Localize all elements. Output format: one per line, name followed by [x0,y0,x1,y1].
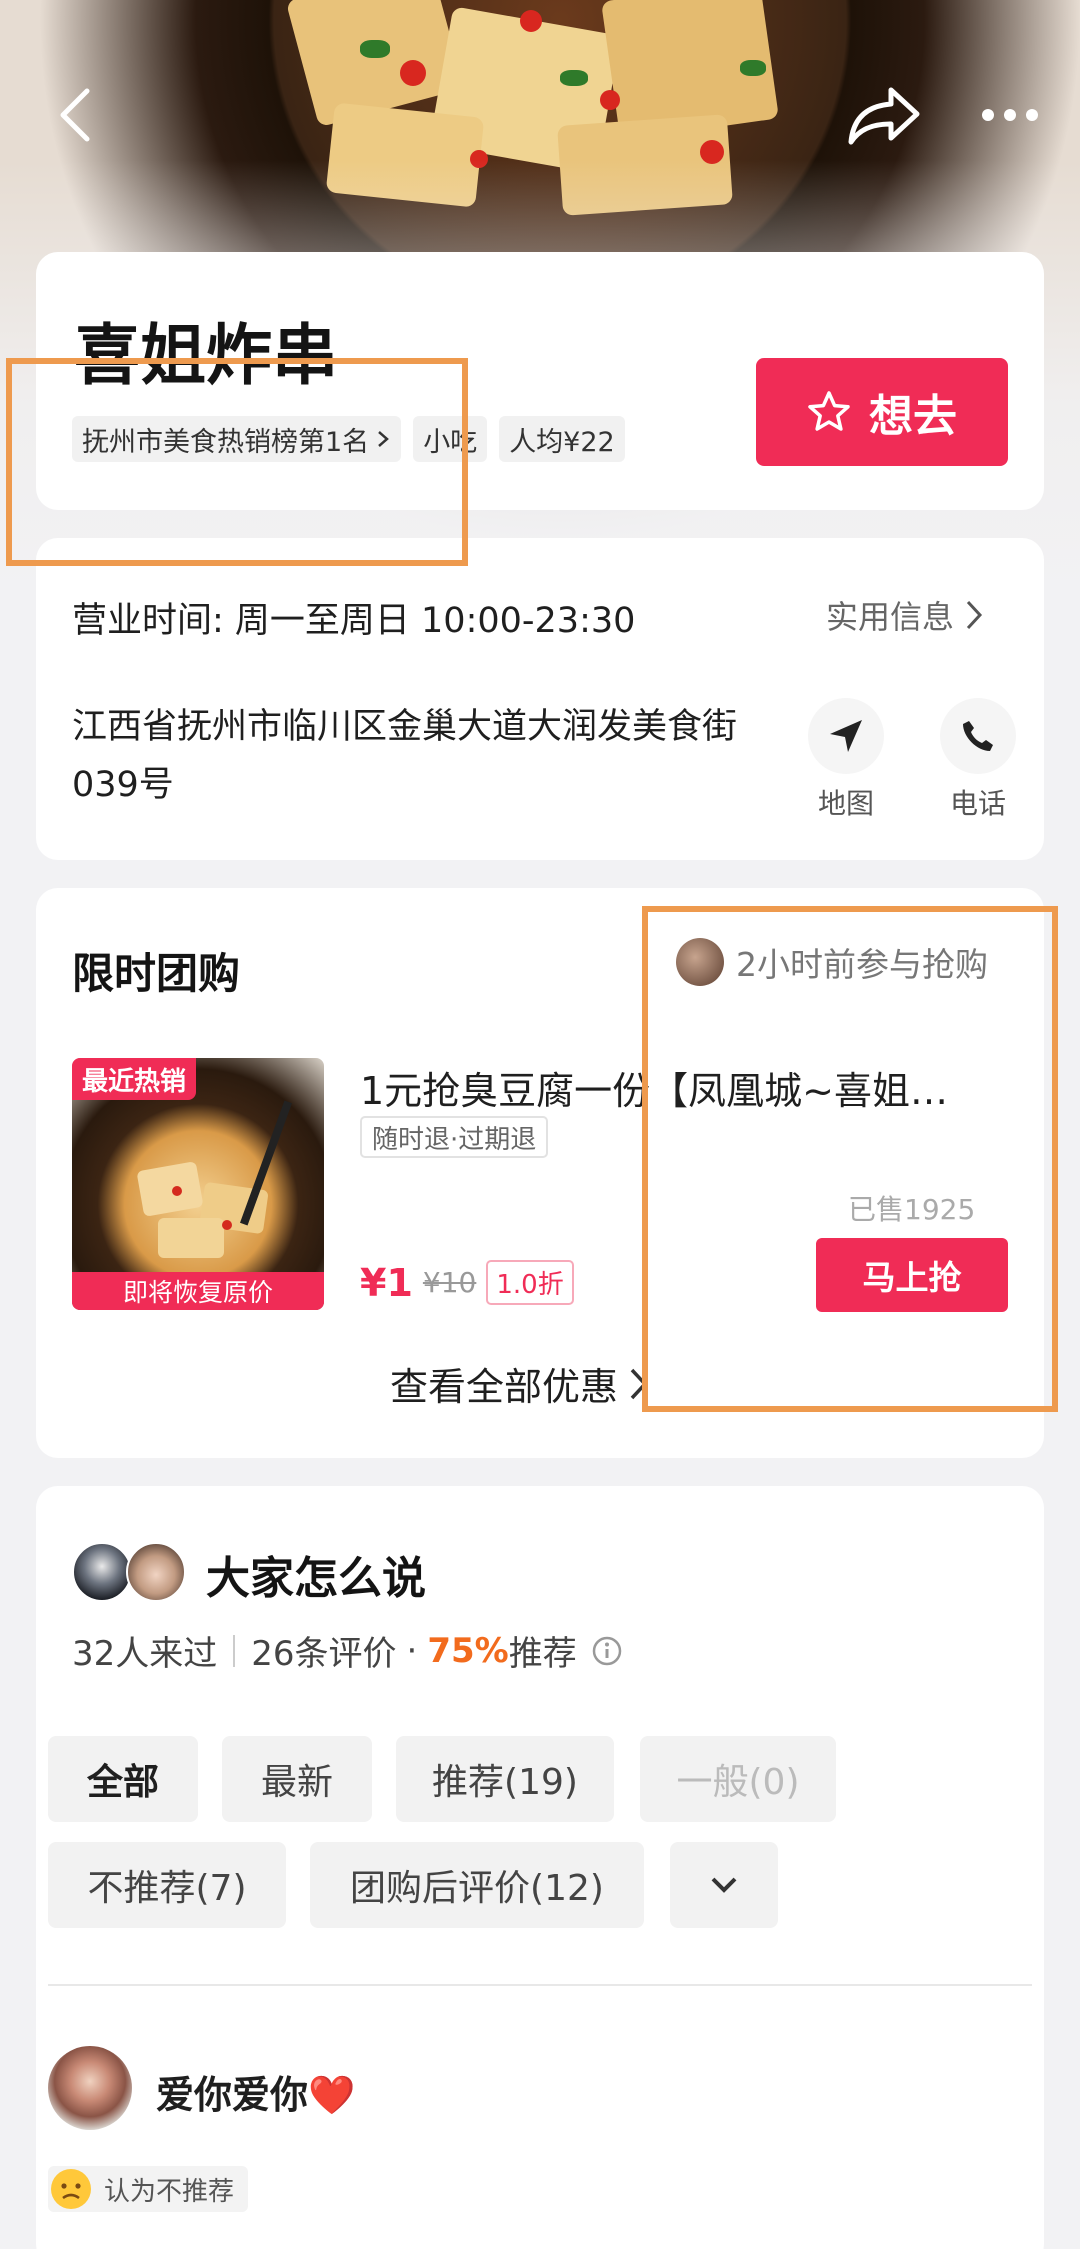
discount-tag: 1.0折 [486,1260,574,1305]
highlight-box-deal [642,906,1058,1412]
avatar [48,2046,132,2130]
expand-filters-button[interactable] [670,1842,778,1928]
filter-latest[interactable]: 最新 [222,1736,372,1822]
deal-thumbnail[interactable]: 最近热销 即将恢复原价 [72,1058,324,1310]
back-arrow-icon[interactable] [40,70,110,160]
review-username[interactable]: 爱你爱你❤️ [156,2064,355,2119]
divider [48,1984,1032,1986]
filter-neutral[interactable]: 一般(0) [640,1736,836,1822]
review-item[interactable]: 爱你爱你❤️ 认为不推荐 [48,2046,1032,2246]
reviewer-avatars [72,1542,192,1604]
deal-price: ¥1 ¥10 1.0折 [360,1260,574,1305]
info-icon[interactable] [591,1635,623,1667]
group-buy-title: 限时团购 [72,949,241,998]
practical-info-link[interactable]: 实用信息 [826,592,984,638]
reviews-title: 大家怎么说 [206,1553,426,1604]
chevron-down-icon [711,1877,737,1893]
visited-count: 32人来过 [72,1634,218,1674]
hot-sale-badge: 最近热销 [82,1066,187,1097]
share-icon[interactable] [840,70,930,160]
restore-price-badge: 即将恢复原价 [122,1278,273,1307]
filter-after-group-buy[interactable]: 团购后评价(12) [310,1842,644,1928]
review-stats: 32人来过 26条评价 · 75% 推荐 [72,1626,623,1675]
phone-button[interactable]: 电话 [928,698,1028,822]
chevron-right-icon [966,600,983,630]
review-verdict-badge: 认为不推荐 [48,2166,249,2212]
reviews-card: 大家怎么说 32人来过 26条评价 · 75% 推荐 全部 最新 推荐(19) … [36,1486,1044,2249]
original-price: ¥10 [422,1266,477,1299]
business-hours: 营业时间: 周一至周日 10:00-23:30 [72,601,636,641]
navigation-arrow-icon [830,720,862,752]
filter-recommend[interactable]: 推荐(19) [396,1736,614,1822]
recommend-percent: 75% [427,1630,509,1671]
view-all-deals-link[interactable]: 查看全部优惠 [390,1356,650,1411]
shop-address[interactable]: 江西省抚州市临川区金巢大道大润发美食街039号 [72,698,772,814]
unhappy-face-icon [51,2169,91,2209]
filter-all[interactable]: 全部 [48,1736,198,1822]
more-icon[interactable] [970,70,1050,160]
phone-icon [963,721,993,751]
avatar [126,1542,186,1602]
shop-info-card: 营业时间: 周一至周日 10:00-23:30 实用信息 江西省抚州市临川区金巢… [36,538,1044,860]
highlight-box-ranking [6,358,468,566]
want-to-go-button[interactable]: 想去 [756,358,1008,466]
top-bar [0,60,1080,170]
avg-price-tag: 人均¥22 [499,416,625,462]
avatar [72,1542,132,1602]
current-price: ¥1 [360,1260,413,1305]
filter-not-recommend[interactable]: 不推荐(7) [48,1842,286,1928]
map-button[interactable]: 地图 [796,698,896,822]
refund-tag: 随时退·过期退 [360,1116,549,1158]
star-icon [808,391,850,431]
recommend-label: 推荐 [508,1634,577,1674]
review-count: 26条评价 [251,1634,397,1674]
